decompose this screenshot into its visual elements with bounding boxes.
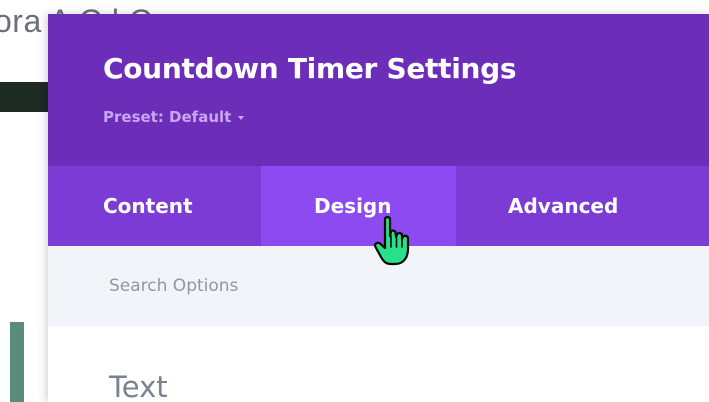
tab-content-label: Content	[103, 194, 193, 218]
tab-design[interactable]: Design	[261, 166, 456, 246]
section-heading-text: Text	[109, 370, 168, 402]
background-image-strip	[0, 82, 48, 112]
search-options-input[interactable]	[109, 276, 629, 296]
preset-label: Preset: Default	[103, 108, 232, 126]
settings-modal: Countdown Timer Settings Preset: Default…	[48, 14, 709, 402]
tab-design-label: Design	[314, 194, 392, 218]
preset-dropdown[interactable]: Preset: Default	[103, 108, 245, 126]
caret-down-icon	[238, 116, 245, 120]
tab-advanced[interactable]: Advanced	[456, 166, 696, 246]
background-accent-strip	[10, 322, 24, 402]
tab-content[interactable]: Content	[48, 166, 261, 246]
modal-title: Countdown Timer Settings	[103, 52, 517, 85]
search-options-bar	[48, 246, 709, 326]
settings-tabs: Content Design Advanced	[48, 166, 709, 246]
tab-advanced-label: Advanced	[508, 194, 619, 218]
modal-header: Countdown Timer Settings Preset: Default	[48, 14, 709, 166]
